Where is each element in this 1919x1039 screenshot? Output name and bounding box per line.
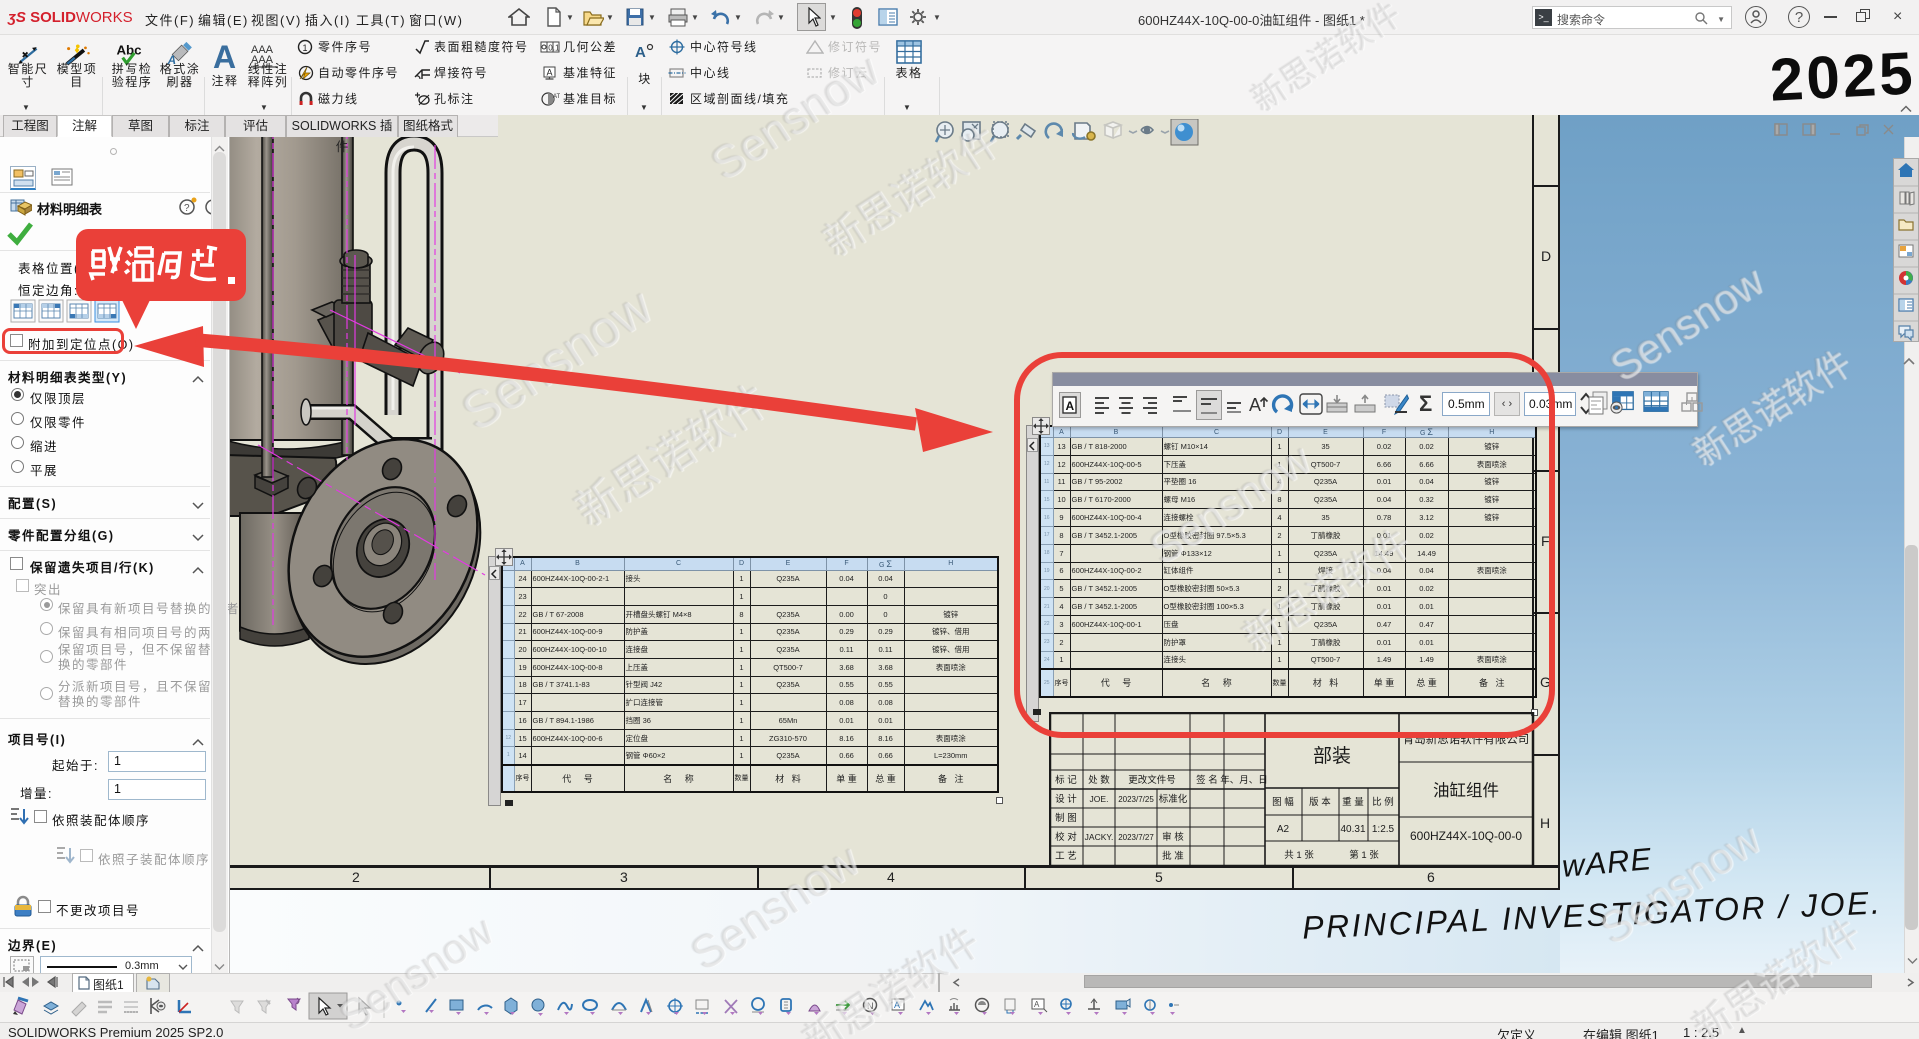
svg-text:更改文件号: 更改文件号	[1128, 774, 1176, 786]
svg-text:重 量: 重 量	[1342, 796, 1364, 808]
svg-text:A: A	[547, 68, 553, 78]
svg-text:600HZ44X-10Q-00-0: 600HZ44X-10Q-00-0	[1410, 829, 1522, 843]
svg-text:第 1 张: 第 1 张	[1349, 849, 1379, 861]
svg-text:A2: A2	[1277, 824, 1290, 835]
svg-text:图 幅: 图 幅	[1272, 796, 1294, 808]
svg-text:A: A	[1034, 1000, 1040, 1009]
svg-text:2023/7/25: 2023/7/25	[1118, 795, 1154, 804]
svg-text:40.31: 40.31	[1340, 824, 1365, 835]
svg-text:校 对: 校 对	[1055, 831, 1077, 843]
svg-text:版 本: 版 本	[1309, 796, 1331, 808]
svg-text:工 艺: 工 艺	[1055, 851, 1077, 862]
svg-text:A: A	[213, 39, 236, 73]
svg-text:1: 1	[303, 43, 308, 53]
svg-text:2023/7/27: 2023/7/27	[1118, 833, 1154, 842]
svg-text:A: A	[635, 44, 646, 61]
svg-text:审 核: 审 核	[1162, 831, 1184, 843]
svg-text:JOE.: JOE.	[1090, 794, 1109, 804]
svg-text:0.1: 0.1	[548, 44, 560, 53]
svg-text:标 记: 标 记	[1055, 774, 1077, 786]
svg-text:年、月、日: 年、月、日	[1220, 774, 1268, 786]
svg-text:批 准: 批 准	[1162, 850, 1184, 862]
svg-text:比 例: 比 例	[1372, 796, 1394, 808]
svg-text:设 计: 设 计	[1055, 793, 1077, 805]
svg-text:共 1 张: 共 1 张	[1284, 850, 1314, 861]
svg-text:油缸组件: 油缸组件	[1433, 780, 1499, 800]
svg-text:JACKY.: JACKY.	[1085, 832, 1114, 842]
svg-text:1:2.5: 1:2.5	[1372, 824, 1395, 835]
svg-text:?: ?	[184, 203, 190, 214]
svg-text:制 图: 制 图	[1055, 812, 1077, 824]
svg-text:签 名: 签 名	[1196, 774, 1218, 786]
svg-text:标准化: 标准化	[1159, 793, 1188, 805]
svg-text:处 数: 处 数	[1088, 774, 1110, 786]
svg-text:部装: 部装	[1313, 745, 1351, 767]
svg-text:AT: AT	[553, 94, 560, 100]
svg-text:Abc: Abc	[116, 43, 141, 58]
